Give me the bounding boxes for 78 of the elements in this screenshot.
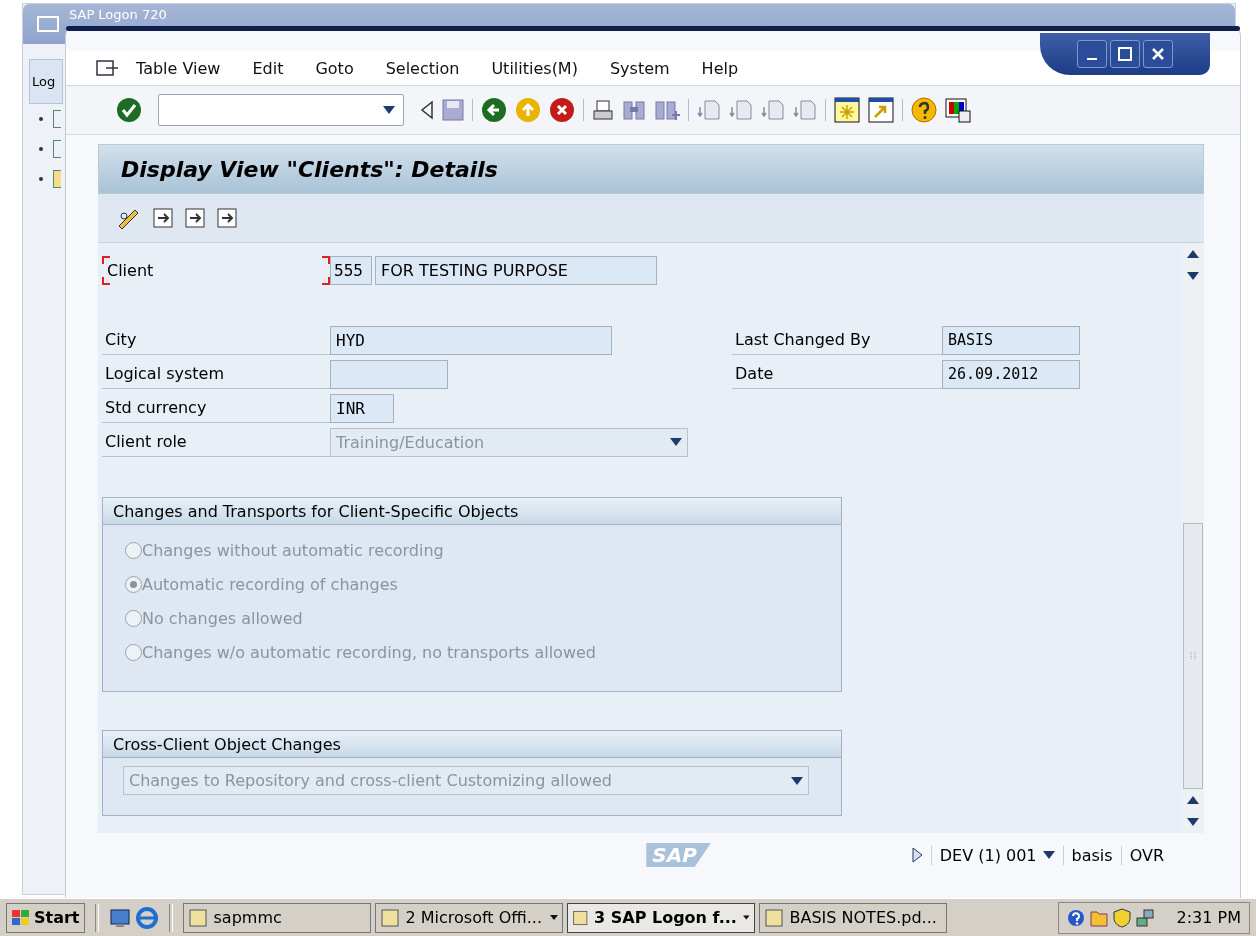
radio-label: No changes allowed xyxy=(142,608,303,628)
taskbar-button[interactable]: BASIS NOTES.pd... xyxy=(758,902,947,933)
close-button[interactable] xyxy=(1143,40,1173,68)
checkmark-icon[interactable] xyxy=(116,97,142,123)
taskbar-button[interactable]: 3 SAP Logon f... xyxy=(566,902,755,933)
tab[interactable]: Log xyxy=(29,59,63,104)
cancel-icon[interactable] xyxy=(549,97,575,123)
menu-item[interactable]: System xyxy=(593,58,686,78)
menu-item[interactable]: Table View xyxy=(120,58,237,78)
dropdown-arrow-icon xyxy=(742,915,750,920)
shortcut-window-icon[interactable] xyxy=(868,97,894,123)
system-info: DEV (1) 001 xyxy=(939,845,1037,865)
bullet-icon xyxy=(39,147,43,151)
input-field[interactable]: BASIS xyxy=(942,325,1080,355)
new-window-icon[interactable] xyxy=(834,97,860,123)
down-arrow-icon xyxy=(1187,818,1199,826)
shield-icon[interactable] xyxy=(1112,907,1131,928)
bullet-icon xyxy=(39,177,43,181)
group-title: Changes and Transports for Client-Specific Objects xyxy=(103,498,841,525)
minimize-icon xyxy=(1087,58,1097,60)
app-icon xyxy=(763,907,784,928)
maximize-icon xyxy=(1118,47,1132,61)
maximize-button[interactable] xyxy=(1110,40,1140,68)
dropdown-arrow-icon xyxy=(549,915,558,920)
printer-icon[interactable] xyxy=(592,99,614,121)
input-field[interactable]: HYD xyxy=(330,325,612,355)
help-icon[interactable] xyxy=(1066,908,1085,927)
up-arrow-icon xyxy=(1187,796,1199,804)
app-icon xyxy=(379,907,400,928)
radio-label: Changes without automatic recording xyxy=(142,540,444,560)
menu-item[interactable]: Edit xyxy=(236,58,300,78)
list-item[interactable] xyxy=(53,170,61,188)
bullet-icon xyxy=(39,117,43,121)
app-icon xyxy=(187,907,208,928)
monitor-icon[interactable] xyxy=(945,97,971,123)
binoculars-plus-icon[interactable] xyxy=(654,99,680,121)
taskbar-button[interactable]: 2 Microsoft Offi... xyxy=(374,902,563,933)
window-menu-icon[interactable] xyxy=(96,59,120,77)
dropdown-arrow-icon[interactable] xyxy=(383,106,395,114)
help-icon[interactable] xyxy=(911,97,937,123)
scrollbar[interactable] xyxy=(1182,243,1204,833)
input-field[interactable] xyxy=(330,359,448,389)
desktop-icon[interactable] xyxy=(108,906,131,929)
list-item[interactable] xyxy=(53,140,61,158)
triangle-right-icon[interactable] xyxy=(910,847,923,863)
input-field[interactable]: 26.09.2012 xyxy=(942,359,1080,389)
input-field[interactable]: 555 xyxy=(330,255,372,285)
taskbar-button[interactable]: sapmmc xyxy=(182,902,371,933)
input-field[interactable]: INR xyxy=(330,393,394,423)
browser-icon[interactable] xyxy=(134,905,159,930)
network-icon[interactable] xyxy=(1134,907,1155,928)
up-arrow-icon xyxy=(1187,250,1199,258)
radio-label: Changes w/o automatic recording, no transports allowed xyxy=(142,642,596,662)
triangle-left-icon[interactable] xyxy=(420,100,434,120)
binoculars-icon[interactable] xyxy=(622,99,646,121)
screen-title: Display View "Clients": Details xyxy=(121,156,498,182)
scroll-thumb[interactable] xyxy=(1183,523,1203,789)
down-arrow-icon xyxy=(1187,272,1199,280)
input-field[interactable]: FOR TESTING PURPOSE xyxy=(375,255,657,285)
start-button[interactable]: Start xyxy=(6,902,85,933)
list-item[interactable] xyxy=(53,110,61,128)
windows-logo-icon xyxy=(11,908,31,927)
sap-logo: SAP xyxy=(646,843,711,867)
field-label: Client xyxy=(107,260,154,280)
dropdown-arrow-icon[interactable] xyxy=(1042,851,1055,859)
menu-item[interactable]: Goto xyxy=(299,58,370,78)
menu-item[interactable]: Utilities(M) xyxy=(475,58,594,78)
close-icon xyxy=(1151,47,1165,61)
menu-item[interactable]: Selection xyxy=(369,58,476,78)
user-name: basis xyxy=(1062,845,1121,865)
command-field[interactable] xyxy=(158,94,404,126)
menu-item[interactable]: Help xyxy=(685,58,755,78)
input-mode: OVR xyxy=(1120,845,1172,865)
clock: 2:31 PM xyxy=(1176,908,1241,927)
group-title: Cross-Client Object Changes xyxy=(103,731,841,758)
radio-label: Automatic recording of changes xyxy=(142,574,398,594)
window-title: SAP Logon 720 xyxy=(69,7,167,22)
minimize-button[interactable] xyxy=(1077,40,1107,68)
